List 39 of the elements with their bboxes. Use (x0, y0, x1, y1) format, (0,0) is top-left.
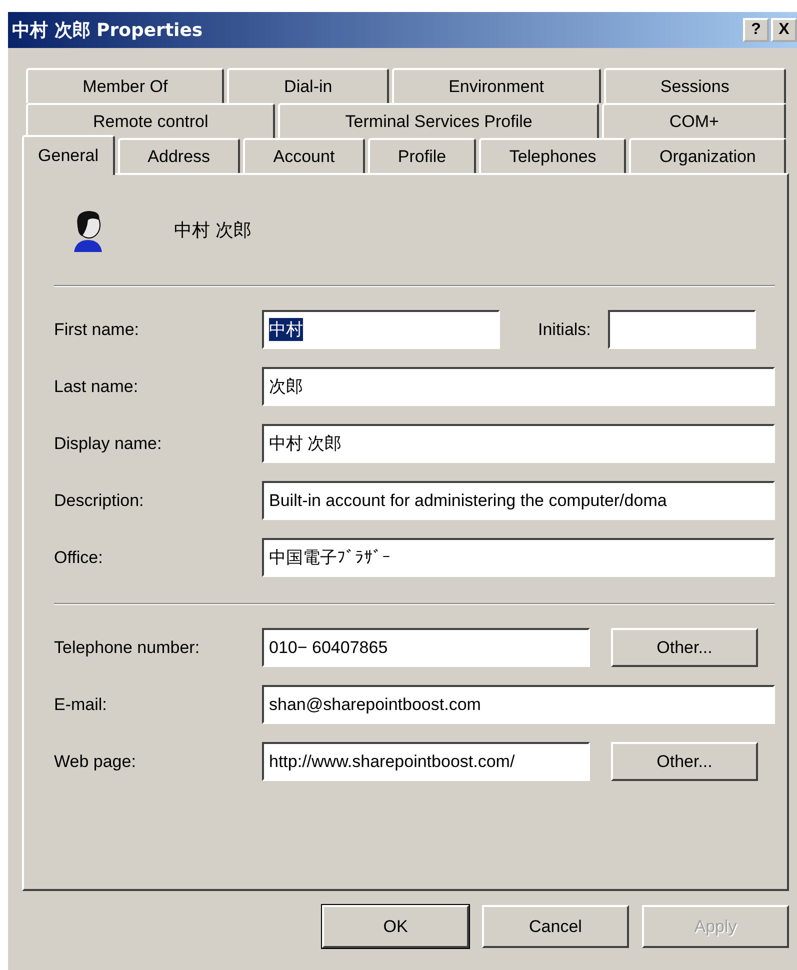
tab[interactable]: Sessions (604, 68, 786, 103)
tab[interactable]: Remote control (26, 103, 276, 138)
other-button[interactable]: Other... (611, 628, 758, 667)
dialog-button[interactable]: Cancel (482, 905, 629, 948)
tab[interactable]: Terminal Services Profile (278, 103, 600, 138)
input-field[interactable]: 010− 60407865 (262, 628, 590, 667)
input-field[interactable] (608, 310, 756, 349)
field-label: E-mail: (54, 694, 108, 714)
tab[interactable]: Profile (368, 138, 476, 173)
tab[interactable]: Telephones (479, 138, 626, 173)
tab[interactable]: Dial-in (227, 68, 389, 103)
input-field[interactable]: 中村 次郎 (262, 424, 775, 463)
field-label: Web page: (54, 752, 137, 772)
field-label: First name: (54, 320, 140, 340)
input-field[interactable]: 次郎 (262, 367, 775, 406)
field-label: Description: (54, 490, 145, 510)
tab[interactable]: General (22, 135, 115, 175)
help-button[interactable]: ? (743, 18, 769, 42)
dialog-button[interactable]: OK (322, 905, 469, 948)
tab[interactable]: Address (118, 138, 240, 173)
input-field[interactable]: 中村 (262, 310, 500, 349)
close-button[interactable]: X (771, 18, 797, 42)
input-field[interactable]: Built-in account for administering the computer/doma (262, 481, 775, 520)
other-button[interactable]: Other... (611, 742, 758, 781)
window-title: 中村 次郎 Properties (12, 19, 203, 42)
field-label: Office: (54, 548, 104, 568)
tab[interactable]: Account (243, 138, 365, 173)
input-field[interactable]: http://www.sharepointboost.com/ (262, 742, 590, 781)
field-label: Display name: (54, 434, 163, 454)
field-label: Initials: (538, 320, 592, 340)
field-label: Last name: (54, 376, 140, 396)
input-field[interactable]: 中国電子ﾌﾞﾗｻﾞｰ (262, 538, 775, 577)
tab[interactable]: Member Of (26, 68, 224, 103)
tab[interactable]: Environment (392, 68, 601, 103)
field-label: Telephone number: (54, 638, 201, 658)
tab[interactable]: Organization (629, 138, 786, 173)
tab[interactable]: COM+ (602, 103, 786, 138)
user-name: 中村 次郎 (174, 219, 252, 242)
input-field[interactable]: shan@sharepointboost.com (262, 685, 775, 724)
